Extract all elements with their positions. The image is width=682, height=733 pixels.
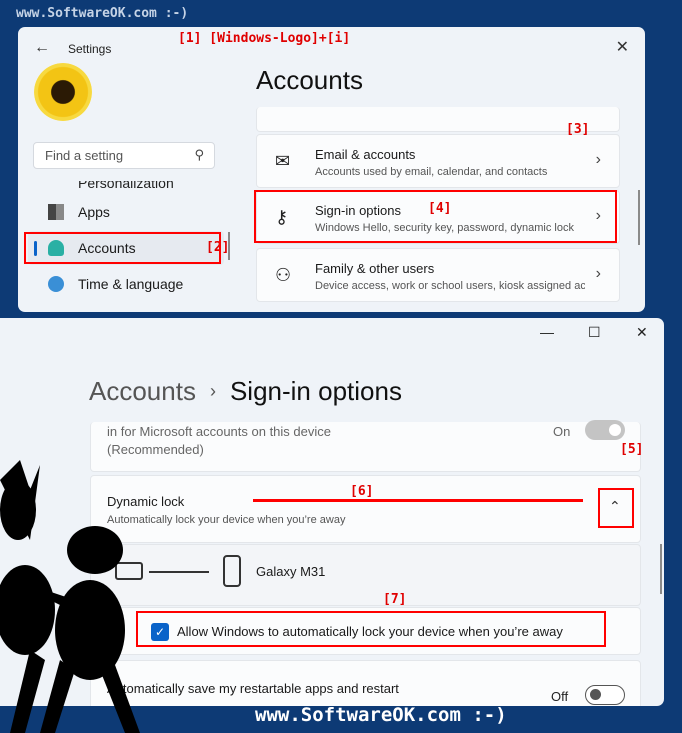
avatar — [34, 63, 92, 121]
highlight-box-4 — [254, 190, 617, 243]
scrollbar[interactable] — [660, 544, 662, 594]
close-icon[interactable]: ✕ — [616, 37, 629, 57]
card-email-accounts[interactable]: ✉ Email & accounts Accounts used by emai… — [256, 134, 620, 188]
phone-icon — [223, 555, 241, 587]
breadcrumb-current: Sign-in options — [229, 376, 402, 406]
add-user-icon: ⚇ — [275, 265, 292, 285]
dancing-figures-illustration — [0, 460, 140, 733]
sidebar-scrollbar[interactable] — [228, 232, 230, 260]
sidebar-item-apps[interactable]: Apps — [28, 195, 224, 229]
figure-head — [67, 526, 123, 574]
page-title: Accounts — [256, 65, 363, 95]
search-input[interactable]: Find a setting ⚲ — [33, 142, 215, 169]
device-row: Galaxy M31 — [90, 544, 641, 606]
annotation-7: [7] — [383, 592, 407, 607]
sidebar-item-personalization[interactable]: Personalization — [78, 181, 174, 191]
breadcrumb: Accounts › Sign-in options — [89, 376, 402, 407]
card-desc: Accounts used by email, calendar, and co… — [315, 166, 548, 178]
globe-clock-icon — [48, 276, 64, 292]
card-title: Email & accounts — [315, 147, 416, 162]
setting-microsoft-accounts: in for Microsoft accounts on this device… — [90, 420, 641, 472]
toggle-state: On — [553, 424, 571, 439]
sidebar-item-label: Time & language — [78, 276, 184, 292]
device-name: Galaxy M31 — [256, 564, 326, 579]
card-title: Family & other users — [315, 261, 435, 276]
annotation-arrow-6 — [253, 499, 583, 502]
highlight-box-7 — [136, 611, 606, 647]
back-arrow-icon[interactable]: ← — [34, 39, 50, 57]
chevron-right-icon: › — [595, 151, 601, 168]
watermark: www.SoftwareOK.com :-) — [16, 6, 189, 21]
card-desc: Device access, work or school users, kio… — [315, 280, 585, 292]
breadcrumb-separator: › — [209, 381, 216, 401]
apps-icon — [48, 204, 64, 220]
setting-restart-apps: Automatically save my restartable apps a… — [90, 660, 641, 706]
close-icon[interactable]: ✕ — [636, 324, 648, 341]
settings-window: ← Settings [1] [Windows-Logo]+[i] ✕ Find… — [18, 27, 645, 312]
highlight-box-6 — [598, 488, 634, 528]
footer-watermark: www.SoftwareOK.com :-) — [255, 704, 507, 726]
toggle-off[interactable] — [585, 685, 625, 705]
search-placeholder: Find a setting — [45, 148, 124, 163]
toggle-on[interactable] — [585, 420, 625, 440]
sidebar-item-time-language[interactable]: Time & language — [28, 267, 224, 301]
annotation-5: [5] — [620, 442, 644, 457]
mail-icon: ✉ — [275, 151, 291, 171]
annotation-3: [3] — [566, 122, 590, 137]
toggle-state: Off — [551, 689, 569, 704]
search-icon: ⚲ — [194, 147, 204, 162]
minimize-icon[interactable]: — — [540, 324, 554, 340]
chevron-right-icon: › — [595, 265, 601, 282]
sidebar-item-label: Apps — [78, 204, 110, 220]
annotation-1: [1] [Windows-Logo]+[i] — [178, 31, 351, 46]
card-family-users[interactable]: ⚇ Family & other users Device access, wo… — [256, 248, 620, 302]
figure-body — [0, 565, 55, 655]
highlight-box-2 — [24, 232, 221, 264]
breadcrumb-accounts[interactable]: Accounts — [89, 376, 196, 406]
window-title: Settings — [68, 42, 112, 56]
scrollbar[interactable] — [638, 190, 640, 245]
maximize-icon[interactable]: ☐ — [588, 324, 601, 341]
annotation-6: [6] — [350, 484, 374, 499]
